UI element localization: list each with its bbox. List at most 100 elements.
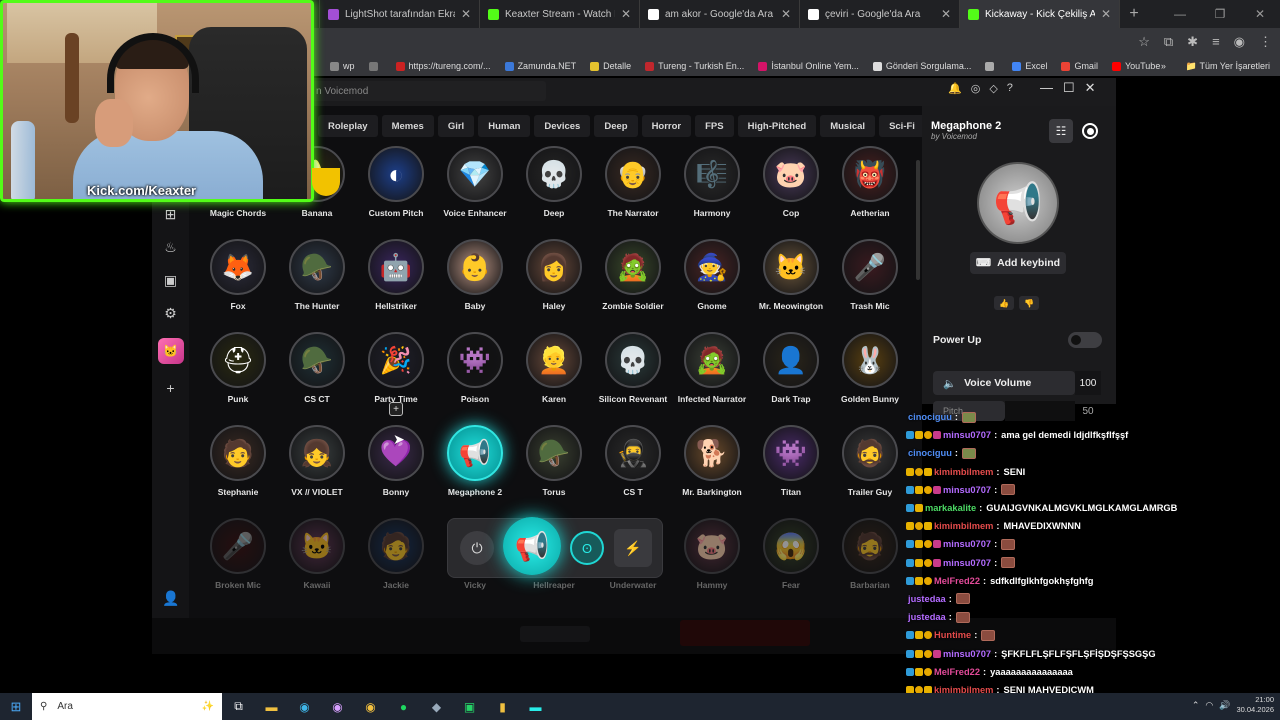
bookmark-item[interactable]	[985, 61, 998, 71]
voice-card[interactable]: 🐷 Hammy	[672, 518, 752, 608]
tab-close-icon[interactable]: ✕	[1101, 7, 1111, 21]
chat-username[interactable]: minsu0707	[943, 485, 991, 495]
voice-card[interactable]: 🦊 Fox	[198, 239, 278, 329]
bookmark-item[interactable]: Gönderi Sorgulama...	[872, 61, 971, 71]
tab-close-icon[interactable]: ✕	[781, 7, 791, 21]
task-view-icon[interactable]: ⧉	[222, 693, 255, 720]
chat-username[interactable]: minsu0707	[943, 430, 991, 440]
power-up-toggle[interactable]	[1068, 332, 1102, 348]
taskbar-clock[interactable]: 21:00 30.04.2026	[1236, 695, 1274, 715]
file-explorer-icon[interactable]: ▬	[255, 693, 288, 720]
help-icon[interactable]: ?	[1007, 82, 1013, 95]
bookmark-item[interactable]: Gmail	[1061, 61, 1098, 71]
voice-card[interactable]: 🐰 Golden Bunny	[830, 332, 910, 422]
tag-icon[interactable]: ◇	[989, 82, 997, 95]
edge-icon[interactable]: ◉	[288, 693, 321, 720]
spotify-icon[interactable]: ●	[387, 693, 420, 720]
voice-card[interactable]: 🪖 CS CT	[277, 332, 357, 422]
volume-icon[interactable]: 🔊	[1219, 700, 1230, 711]
voice-card[interactable]: ◐ Custom Pitch	[356, 146, 436, 236]
bookmark-item[interactable]: Zamunda.NET	[504, 61, 576, 71]
category-chip[interactable]: Memes	[381, 115, 434, 137]
profile-icon[interactable]: ◉	[1234, 34, 1245, 50]
category-chip[interactable]: High-Pitched	[737, 115, 817, 137]
user-profile-icon[interactable]: 👤	[162, 590, 179, 607]
app-maximize-icon[interactable]: ☐	[1063, 80, 1075, 96]
voice-card[interactable]: 📢 Megaphone 2	[435, 425, 515, 515]
tab-close-icon[interactable]: ✕	[621, 7, 631, 21]
browser-tab[interactable]: çeviri - Google'da Ara ✕	[800, 0, 960, 28]
voice-card[interactable]: 🐕 Mr. Barkington	[672, 425, 752, 515]
voice-card[interactable]: 🧙 Gnome	[672, 239, 752, 329]
effects-button[interactable]: ⚡	[614, 529, 652, 567]
tray-chevron-icon[interactable]: ⌃	[1192, 700, 1200, 711]
browser-tab[interactable]: am akor - Google'da Ara ✕	[640, 0, 800, 28]
bookmark-item[interactable]: https://tureng.com/...	[395, 61, 491, 71]
voice-card[interactable]: 👴 The Narrator	[593, 146, 673, 236]
bookmark-item[interactable]: Excel	[1012, 61, 1047, 71]
voice-list-scrollbar[interactable]	[916, 160, 920, 280]
bookmark-item[interactable]: wp	[330, 61, 355, 71]
add-icon[interactable]: +	[166, 380, 174, 396]
kick-app-icon[interactable]: ▮	[486, 693, 519, 720]
voice-card[interactable]: 🎤 Trash Mic	[830, 239, 910, 329]
close-icon[interactable]: ✕	[1240, 0, 1280, 28]
chrome-icon[interactable]: ◉	[354, 693, 387, 720]
bookmark-item[interactable]: Tureng - Turkish En...	[645, 61, 744, 71]
category-chip[interactable]: Deep	[594, 115, 638, 137]
chat-username[interactable]: justedaa	[908, 612, 946, 622]
bookmark-star-icon[interactable]: ☆	[1138, 34, 1150, 50]
voice-card[interactable]: 🤖 Hellstriker	[356, 239, 436, 329]
category-chip[interactable]: FPS	[695, 115, 734, 137]
voice-card[interactable]: 🎼 Harmony	[672, 146, 752, 236]
windows-start-button[interactable]: ⊞	[0, 693, 32, 720]
favorite-add-icon[interactable]: +	[389, 402, 403, 416]
chat-username[interactable]: kimimbilmem	[934, 521, 993, 531]
chat-username[interactable]: justedaa	[908, 594, 946, 604]
discord-icon[interactable]: ◎	[971, 82, 981, 95]
voice-card[interactable]: 🐱 Kawaii	[277, 518, 357, 608]
voice-search-input[interactable]: n Voicemod	[310, 81, 546, 101]
voice-card[interactable]: 👶 Baby	[435, 239, 515, 329]
voice-card[interactable]: 🧟 Infected Narrator	[672, 332, 752, 422]
tab-close-icon[interactable]: ✕	[941, 7, 951, 21]
bell-icon[interactable]: 🔔	[948, 82, 962, 95]
current-voice-button[interactable]: 📢	[503, 517, 561, 575]
chat-username[interactable]: Huntime	[934, 630, 971, 640]
app-avatar[interactable]: 🐱	[157, 338, 184, 364]
new-tab-button[interactable]: +	[1120, 0, 1148, 28]
voice-card[interactable]: 👾 Poison	[435, 332, 515, 422]
voice-volume-slider[interactable]: 🔈 Voice Volume	[933, 371, 1075, 395]
chat-username[interactable]: cinociguu	[908, 412, 952, 422]
chat-username[interactable]: MelFred22	[934, 576, 980, 586]
voice-card[interactable]: 🧑 Stephanie	[198, 425, 278, 515]
whatsapp-icon[interactable]: ▣	[453, 693, 486, 720]
chat-username[interactable]: minsu0707	[943, 649, 991, 659]
menu-icon[interactable]: ⋮	[1259, 34, 1272, 50]
hear-myself-button[interactable]: ʘ	[570, 531, 604, 565]
voice-card[interactable]: ⛑ Punk	[198, 332, 278, 422]
category-chip[interactable]: Girl	[437, 115, 475, 137]
bookmark-item[interactable]: YouTube	[1111, 61, 1160, 71]
voice-card[interactable]: 🧑 Jackie	[356, 518, 436, 608]
minimize-icon[interactable]: —	[1160, 0, 1200, 28]
category-chip[interactable]: Devices	[534, 115, 591, 137]
category-chip[interactable]: Horror	[641, 115, 692, 137]
voice-card[interactable]: 😱 Fear	[751, 518, 831, 608]
media-control-icon[interactable]: ≡	[1212, 34, 1220, 50]
taskbar-search-box[interactable]: ⚲ Ara ✨	[32, 693, 222, 720]
voice-card[interactable]: 🧟 Zombie Soldier	[593, 239, 673, 329]
extensions-puzzle-icon[interactable]: ✱	[1187, 34, 1198, 50]
voice-card[interactable]: 👧 VX // VIOLET	[277, 425, 357, 515]
settings-icon[interactable]: ⚙	[164, 305, 177, 322]
steam-icon[interactable]: ◆	[420, 693, 453, 720]
voice-changer-power-button[interactable]: ⏻	[460, 531, 494, 565]
all-bookmarks-link[interactable]: 📁 Tüm Yer İşaretleri	[1186, 61, 1270, 72]
browser-tab[interactable]: Kickaway - Kick Çekiliş Aracı ✕	[960, 0, 1120, 28]
voice-card[interactable]: 🐱 Mr. Meowington	[751, 239, 831, 329]
voice-card[interactable]: 🧔 Barbarian	[830, 518, 910, 608]
voice-card[interactable]: 👹 Aetherian	[830, 146, 910, 236]
voice-card[interactable]: 👩 Haley	[514, 239, 594, 329]
voice-settings-button[interactable]: ☷	[1049, 119, 1073, 143]
app-close-icon[interactable]: ✕	[1085, 80, 1096, 96]
